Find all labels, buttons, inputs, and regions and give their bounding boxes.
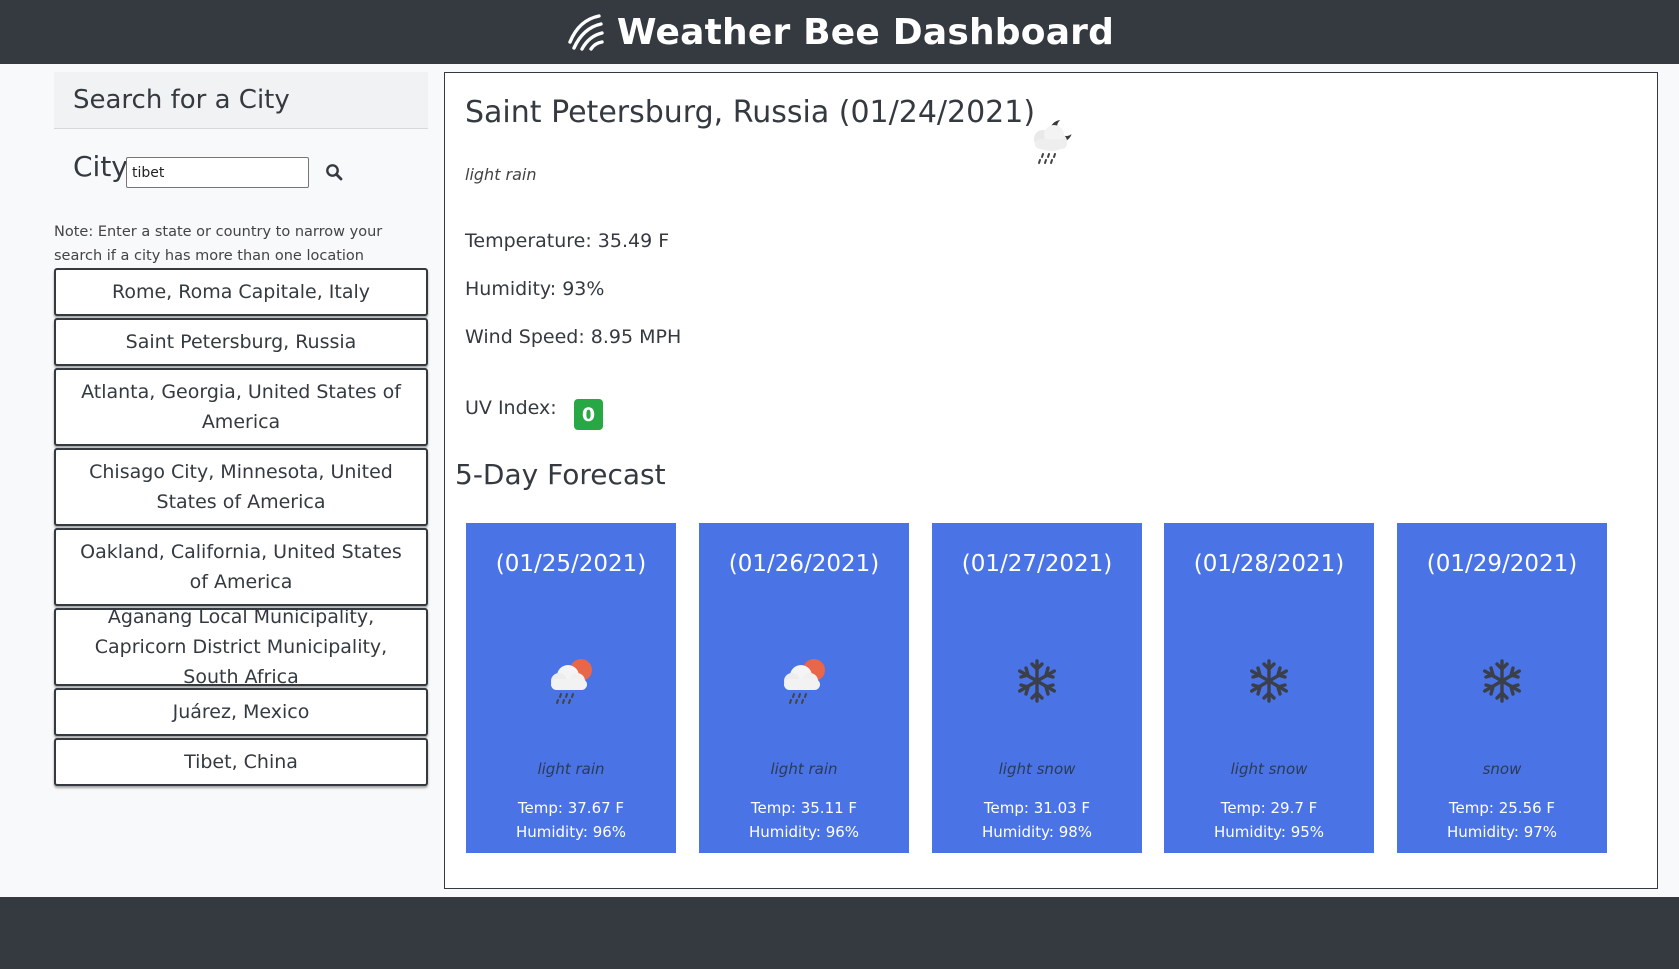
history-city-button[interactable]: Aganang Local Municipality, Capricorn Di… [54, 606, 428, 688]
uv-index-label: UV Index: [465, 397, 557, 419]
city-label: City [73, 150, 128, 183]
rain-sun-cloud-icon [551, 659, 592, 704]
forecast-description: snow [1482, 760, 1522, 778]
forecast-humidity: Humidity: 95% [1213, 823, 1325, 841]
app-title: Weather Bee Dashboard [616, 11, 1115, 53]
current-wind-speed: Wind Speed: 8.95 MPH [465, 326, 682, 348]
app-footer [0, 897, 1679, 969]
forecast-description: light snow [998, 760, 1076, 778]
snowflake-icon [1249, 659, 1288, 703]
forecast-humidity: Humidity: 98% [981, 823, 1093, 841]
forecast-description: light snow [1230, 760, 1308, 778]
current-humidity: Humidity: 93% [465, 278, 605, 300]
history-city-button[interactable]: Rome, Roma Capitale, Italy [54, 268, 428, 316]
search-button[interactable] [324, 162, 344, 182]
rain-night-cloud-icon [1034, 118, 1075, 164]
forecast-humidity: Humidity: 96% [515, 823, 627, 841]
forecast-temp: Temp: 25.56 F [1448, 799, 1556, 817]
uv-index-badge: 0 [574, 399, 603, 430]
current-description: light rain [465, 165, 537, 184]
forecast-temp: Temp: 31.03 F [983, 799, 1091, 817]
forecast-temp: Temp: 29.7 F [1220, 799, 1318, 817]
snowflake-icon [1017, 659, 1056, 703]
search-history-list: Rome, Roma Capitale, Italy Saint Petersb… [54, 268, 428, 788]
current-temperature: Temperature: 35.49 F [465, 230, 670, 252]
forecast-temp: Temp: 35.11 F [750, 799, 858, 817]
forecast-date: (01/28/2021) [1193, 551, 1345, 577]
forecast-description: light rain [537, 760, 605, 778]
forecast-card: (01/29/2021) snow Temp: 25.56 F Humidity… [1397, 523, 1607, 853]
forecast-card: (01/26/2021) light rain Temp: 35.11 F Hu… [699, 523, 909, 853]
forecast-humidity: Humidity: 96% [748, 823, 860, 841]
history-city-button[interactable]: Chisago City, Minnesota, United States o… [54, 448, 428, 526]
history-city-button[interactable]: Saint Petersburg, Russia [54, 318, 428, 366]
app-header: Weather Bee Dashboard [0, 0, 1679, 64]
city-search-input[interactable] [126, 157, 309, 188]
history-city-button[interactable]: Tibet, China [54, 738, 428, 786]
history-city-button[interactable]: Oakland, California, United States of Am… [54, 528, 428, 606]
forecast-card: (01/28/2021) light snow Temp: 29.7 F Hum… [1164, 523, 1374, 853]
history-city-button[interactable]: Atlanta, Georgia, United States of Ameri… [54, 368, 428, 446]
forecast-date: (01/25/2021) [495, 551, 647, 577]
forecast-date: (01/27/2021) [961, 551, 1113, 577]
search-icon [326, 164, 343, 181]
search-note: Note: Enter a state or country to narrow… [54, 224, 383, 264]
snowflake-icon [1482, 659, 1521, 703]
search-heading-text: Search for a City [73, 85, 290, 115]
current-city-title: Saint Petersburg, Russia (01/24/2021) [465, 95, 1036, 130]
forecast-card: (01/25/2021) light rain Temp: 37.67 F Hu… [466, 523, 676, 853]
striped-leaf-logo-icon [568, 14, 604, 51]
forecast-humidity: Humidity: 97% [1446, 823, 1558, 841]
current-weather-panel: Saint Petersburg, Russia (01/24/2021) li… [444, 72, 1658, 889]
forecast-date: (01/29/2021) [1426, 551, 1578, 577]
rain-sun-cloud-icon [784, 659, 825, 704]
history-city-button[interactable]: Juárez, Mexico [54, 688, 428, 736]
forecast-date: (01/26/2021) [728, 551, 880, 577]
search-panel-heading: Search for a City [54, 72, 428, 129]
forecast-description: light rain [770, 760, 838, 778]
forecast-title: 5-Day Forecast [455, 458, 666, 491]
forecast-temp: Temp: 37.67 F [517, 799, 625, 817]
forecast-card: (01/27/2021) light snow Temp: 31.03 F Hu… [932, 523, 1142, 853]
